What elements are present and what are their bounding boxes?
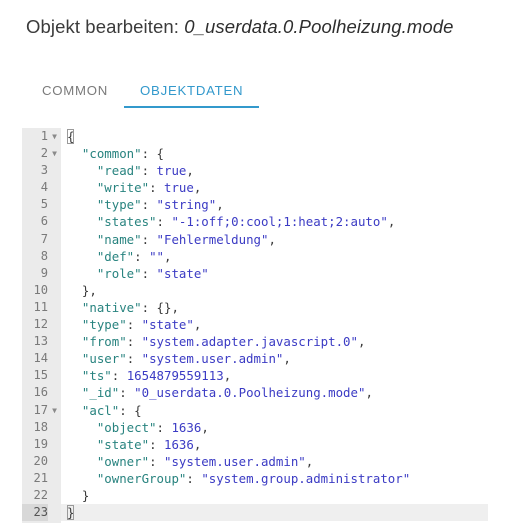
line-number: 13 [33, 334, 48, 349]
tab-objektdaten-label: OBJEKTDATEN [140, 83, 244, 98]
code-line-text: "type": "state", [81, 317, 202, 333]
line-number: 7 [40, 231, 48, 246]
code-line[interactable]: 3 "read": true, [22, 162, 488, 179]
line-number: 23 [22, 504, 48, 522]
json-code-editor[interactable]: 1 ▼{2 ▼ "common": {3 "read": true, 4 "write… [22, 128, 488, 523]
line-number: 2 [40, 146, 48, 161]
code-line-text: } [81, 487, 90, 503]
code-line[interactable]: 14 "user": "system.user.admin", [22, 350, 488, 367]
code-line[interactable]: 16 "_id": "0_userdata.0.Poolheizung.mode… [22, 384, 488, 401]
text-cursor [73, 506, 75, 520]
code-line-text: "states": "-1:off;0:cool;1:heat;2:auto", [96, 214, 396, 230]
code-line[interactable]: 1 ▼ { [22, 128, 488, 145]
code-line-text: "read": true, [96, 163, 194, 179]
code-line-text: "owner": "system.user.admin", [96, 453, 314, 469]
code-line-text: "write": true, [96, 180, 202, 196]
code-line[interactable]: 6 "states": "-1:off;0:cool;1:heat;2:auto… [22, 213, 488, 230]
code-line[interactable]: 9 "role": "state" [22, 265, 488, 282]
code-line-text: "common": { [81, 146, 165, 162]
line-number: 16 [33, 385, 48, 400]
code-line-text: "ts": 1654879559113, [81, 368, 232, 384]
code-line[interactable]: 5 "type": "string", [22, 196, 488, 213]
tab-objektdaten[interactable]: OBJEKTDATEN [124, 74, 260, 108]
code-line[interactable]: 17 ▼ "acl": { [22, 402, 488, 419]
page-title-prefix: Objekt bearbeiten: [26, 16, 179, 37]
code-line-text: "role": "state" [96, 265, 209, 281]
line-number: 10 [33, 282, 48, 297]
line-number: 5 [40, 197, 48, 212]
code-line[interactable]: 4 "write": true, [22, 179, 488, 196]
active-tab-indicator [124, 106, 260, 108]
line-number: 3 [40, 163, 48, 178]
code-line[interactable]: 10 }, [22, 282, 488, 299]
code-line-text: "native": {}, [81, 299, 179, 315]
chevron-down-icon[interactable]: ▼ [50, 128, 59, 145]
line-number: 20 [33, 453, 48, 468]
line-number: 12 [33, 317, 48, 332]
code-line[interactable]: 21 "ownerGroup": "system.group.administr… [22, 470, 488, 487]
tab-common-label: COMMON [42, 83, 109, 98]
code-line-text: "ownerGroup": "system.group.administrato… [96, 470, 411, 486]
editor-lines: 1 ▼{2 ▼ "common": {3 "read": true, 4 "write… [22, 128, 488, 522]
code-line-text: }, [81, 282, 97, 298]
line-number: 15 [33, 368, 48, 383]
chevron-down-icon[interactable]: ▼ [50, 145, 59, 162]
code-line[interactable]: 12 "type": "state", [22, 316, 488, 333]
tab-bar: COMMON OBJEKTDATEN [26, 74, 260, 114]
line-number: 11 [33, 299, 48, 314]
code-line-text: "type": "string", [96, 197, 224, 213]
line-number: 21 [33, 470, 48, 485]
code-line-text: "acl": { [81, 402, 142, 418]
code-line-text: "_id": "0_userdata.0.Poolheizung.mode", [81, 385, 373, 401]
code-line-text: "name": "Fehlermeldung", [96, 231, 276, 247]
code-line-text: "state": 1636, [96, 436, 202, 452]
line-number: 9 [40, 265, 48, 280]
code-line-text: "user": "system.user.admin", [81, 351, 291, 367]
code-line[interactable]: 22 } [22, 487, 488, 504]
code-line-text: { [67, 129, 75, 144]
line-number: 6 [40, 214, 48, 229]
code-line[interactable]: 13 "from": "system.adapter.javascript.0"… [22, 333, 488, 350]
code-line-text: "def": "", [96, 248, 172, 264]
chevron-down-icon[interactable]: ▼ [50, 402, 59, 419]
line-number: 4 [40, 180, 48, 195]
line-number: 22 [33, 487, 48, 502]
line-number: 8 [40, 248, 48, 263]
code-line[interactable]: 20 "owner": "system.user.admin", [22, 453, 488, 470]
line-number: 1 [40, 129, 48, 143]
code-line[interactable]: 18 "object": 1636, [22, 419, 488, 436]
tab-common[interactable]: COMMON [26, 74, 124, 108]
line-number: 14 [33, 351, 48, 366]
code-line[interactable]: 15 "ts": 1654879559113, [22, 367, 488, 384]
code-line-text: } [61, 504, 488, 522]
code-line-text: "from": "system.adapter.javascript.0", [81, 334, 366, 350]
code-line[interactable]: 11 "native": {}, [22, 299, 488, 316]
code-line[interactable]: 8 "def": "", [22, 248, 488, 265]
code-line[interactable]: 7 "name": "Fehlermeldung", [22, 231, 488, 248]
code-line-text: "object": 1636, [96, 419, 209, 435]
line-number: 17 [33, 402, 48, 417]
code-line[interactable]: 19 "state": 1636, [22, 436, 488, 453]
line-number: 19 [33, 436, 48, 451]
code-line[interactable]: 2 ▼ "common": { [22, 145, 488, 162]
page-title-object-id: 0_userdata.0.Poolheizung.mode [184, 16, 454, 37]
page-title: Objekt bearbeiten: 0_userdata.0.Poolheiz… [26, 16, 454, 38]
code-line[interactable]: 23} [22, 504, 488, 522]
line-number: 18 [33, 419, 48, 434]
